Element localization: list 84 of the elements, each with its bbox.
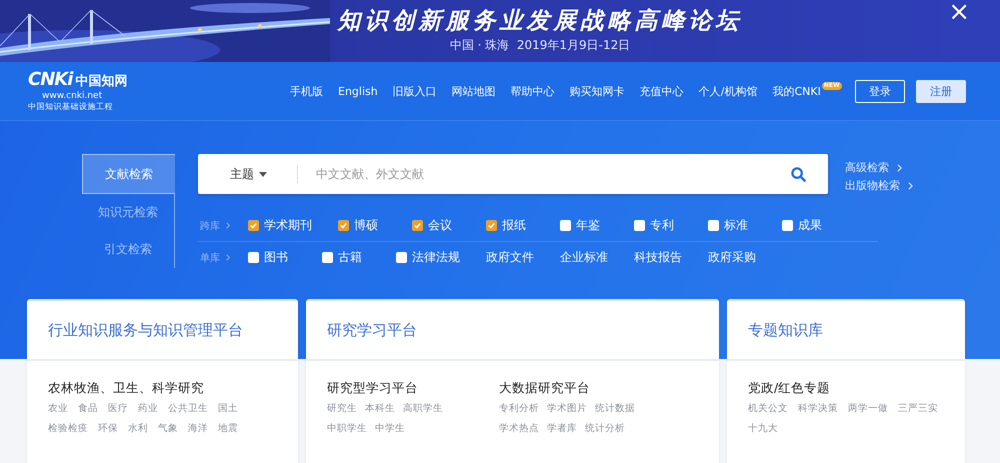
- chevron-icon: [226, 222, 230, 229]
- chevron-icon: [897, 164, 902, 172]
- database-link[interactable]: 政府文件: [486, 249, 534, 266]
- category-link[interactable]: 统计分析: [585, 419, 625, 439]
- nav-link[interactable]: 帮助中心: [510, 84, 555, 98]
- category-link[interactable]: 国土: [218, 399, 238, 419]
- database-checkbox[interactable]: 图书: [248, 249, 296, 266]
- search-tab[interactable]: 知识元检索: [82, 194, 175, 231]
- category-link[interactable]: 研究生: [327, 399, 357, 419]
- category-link[interactable]: 中学生: [375, 419, 405, 439]
- logo-mark: CNKi: [28, 70, 72, 88]
- search-icon[interactable]: [791, 166, 806, 182]
- side-link[interactable]: 出版物检索: [845, 177, 913, 195]
- nav-link[interactable]: 手机版: [290, 84, 323, 98]
- banner-subtitle: 中国 · 珠海 2019年1月9日-12日: [450, 37, 630, 54]
- category-link[interactable]: 两学一做: [848, 399, 888, 419]
- category-link[interactable]: 食品: [78, 399, 98, 419]
- logo-tagline: 中国知识基础设施工程: [28, 100, 114, 112]
- section-heading[interactable]: 研究型学习平台: [327, 379, 477, 397]
- category-link[interactable]: 中职学生: [327, 419, 367, 439]
- category-link[interactable]: 科学决策: [798, 399, 838, 419]
- chevron-icon: [908, 182, 913, 190]
- card-title: 行业知识服务与知识管理平台: [48, 320, 243, 340]
- logo-url: www.cnki.net: [41, 90, 104, 100]
- database-link[interactable]: 政府采购: [708, 249, 756, 266]
- nav-link[interactable]: 网站地图: [452, 84, 496, 98]
- register-button[interactable]: 注册: [916, 80, 966, 102]
- category-link[interactable]: 学者库: [547, 419, 577, 439]
- card-title: 专题知识库: [748, 320, 823, 340]
- category-link[interactable]: 环保: [98, 419, 118, 439]
- database-checkbox[interactable]: 年鉴: [560, 217, 608, 234]
- category-link[interactable]: 本科生: [365, 399, 395, 419]
- database-checkbox[interactable]: 标准: [708, 217, 756, 234]
- category-link[interactable]: 十九大: [748, 419, 778, 439]
- card-title: 研究学习平台: [327, 320, 417, 340]
- database-checkbox[interactable]: 古籍: [322, 249, 370, 266]
- search-tab[interactable]: 引文检索: [82, 231, 175, 268]
- category-link[interactable]: 药业: [138, 399, 158, 419]
- nav-link[interactable]: 我的CNKI: [772, 84, 821, 98]
- section-heading[interactable]: 党政/红色专题: [748, 379, 945, 397]
- category-link[interactable]: 医疗: [108, 399, 128, 419]
- category-link[interactable]: 海洋: [188, 419, 208, 439]
- category-link[interactable]: 高职学生: [403, 399, 443, 419]
- chevron-icon: [226, 254, 230, 261]
- caret-icon: [259, 172, 267, 176]
- category-link[interactable]: 学术热点: [499, 419, 539, 439]
- login-button[interactable]: 登录: [855, 80, 905, 102]
- section-heading[interactable]: 大数据研究平台: [499, 379, 649, 397]
- category-link[interactable]: 专利分析: [499, 399, 539, 419]
- database-checkbox[interactable]: 会议: [412, 217, 460, 234]
- database-checkbox[interactable]: 报纸: [486, 217, 534, 234]
- nav-link[interactable]: 旧版入口: [392, 84, 437, 98]
- search-tab[interactable]: 文献检索: [82, 154, 175, 194]
- category-link[interactable]: 学术图片: [547, 399, 587, 419]
- database-checkbox[interactable]: 学术期刊: [248, 217, 312, 234]
- row-label: 单库: [200, 252, 220, 264]
- category-link[interactable]: 农业: [48, 399, 68, 419]
- database-checkbox[interactable]: 成果: [782, 217, 830, 234]
- nav-link[interactable]: 个人/机构馆: [698, 84, 758, 98]
- database-link[interactable]: 企业标准: [560, 249, 608, 266]
- category-link[interactable]: 气象: [158, 419, 178, 439]
- banner-title: 知识创新服务业发展战略高峰论坛: [338, 6, 742, 36]
- category-link[interactable]: 地震: [218, 419, 238, 439]
- database-checkbox[interactable]: 法律法规: [396, 249, 460, 266]
- database-checkbox[interactable]: 博硕: [338, 217, 386, 234]
- category-link[interactable]: 统计数据: [595, 399, 635, 419]
- row-label: 跨库: [200, 220, 220, 232]
- logo-name: 中国知网: [75, 72, 128, 90]
- field-dropdown[interactable]: 主题: [230, 166, 267, 182]
- section-heading[interactable]: 农林牧渔、卫生、科学研究: [48, 379, 278, 397]
- category-link[interactable]: 三严三实: [898, 399, 938, 419]
- nav-link[interactable]: 购买知网卡: [570, 84, 625, 98]
- category-link[interactable]: 机关公文: [748, 399, 788, 419]
- nav-link[interactable]: English: [338, 84, 378, 98]
- category-link[interactable]: 水利: [128, 419, 148, 439]
- side-link[interactable]: 高级检索: [845, 159, 913, 177]
- search-field[interactable]: 主题 中文文献、外文文献: [198, 154, 828, 194]
- nav-link[interactable]: 充值中心: [640, 84, 684, 98]
- logo[interactable]: CNKi 中国知网 www.cnki.net 中国知识基础设施工程: [28, 70, 140, 112]
- category-link[interactable]: 检验检疫: [48, 419, 88, 439]
- category-link[interactable]: 公共卫生: [168, 399, 208, 419]
- database-link[interactable]: 科技报告: [634, 249, 682, 266]
- database-checkbox[interactable]: 专利: [634, 217, 682, 234]
- close-button[interactable]: ×: [948, 0, 970, 24]
